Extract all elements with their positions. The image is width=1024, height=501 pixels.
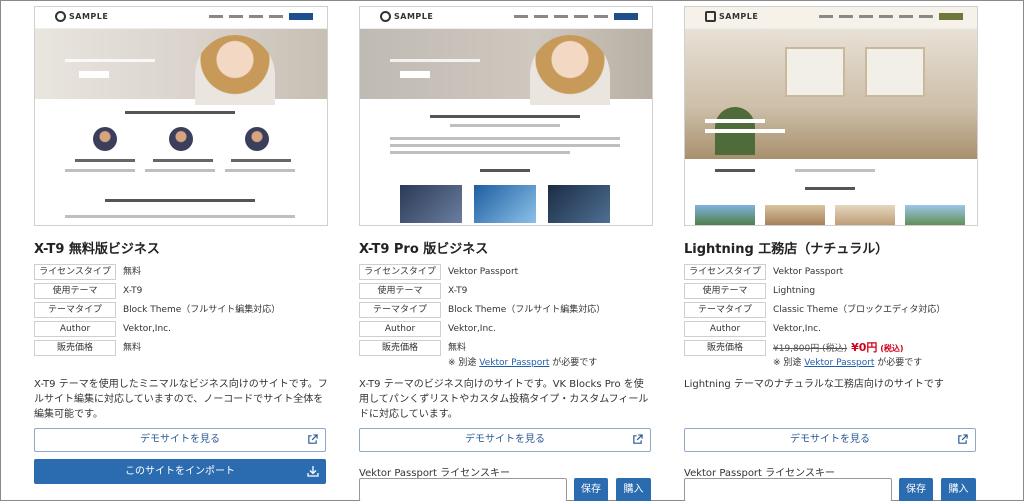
theme-type-value: Block Theme（フルサイト編集対応） — [448, 305, 606, 315]
license-type-value: Vektor Passport — [448, 267, 519, 277]
author-label: Author — [684, 321, 766, 337]
theme-label: 使用テーマ — [359, 283, 441, 299]
logo-icon — [705, 11, 716, 22]
template-card-xt9-pro: SAMPLE X-T9 Pro 版ビジネス ライセンスタイプ Vektor Pas… — [359, 6, 653, 501]
template-description: Lightning テーマのナチュラルな工務店向けのサイトです — [684, 379, 944, 390]
spec-table: ライセンスタイプ Vektor Passport 使用テーマ Lightning テ… — [684, 264, 978, 369]
template-description: X-T9 テーマのビジネス向けのサイトです。VK Blocks Pro を使用し… — [359, 379, 649, 420]
theme-value: X-T9 — [123, 286, 143, 296]
author-value: Vektor,Inc. — [448, 324, 496, 334]
hero-person-image — [195, 35, 275, 105]
theme-label: 使用テーマ — [684, 283, 766, 299]
template-title: X-T9 無料版ビジネス — [34, 242, 160, 257]
thumbnail-logo: SAMPLE — [394, 12, 434, 21]
thumbnail-logo: SAMPLE — [69, 12, 109, 21]
template-thumbnail[interactable]: SAMPLE — [684, 6, 978, 226]
template-title: X-T9 Pro 版ビジネス — [359, 242, 489, 257]
license-key-input[interactable] — [359, 478, 567, 501]
demo-site-button[interactable]: デモサイトを見る — [359, 428, 651, 452]
template-thumbnail[interactable]: SAMPLE — [34, 6, 328, 226]
passport-note: ※ 別途 Vektor Passport が必要です — [773, 358, 923, 368]
spec-table: ライセンスタイプ Vektor Passport 使用テーマ X-T9 テーマタイプ… — [359, 264, 653, 369]
demo-site-button[interactable]: デモサイトを見る — [684, 428, 976, 452]
external-link-icon — [958, 434, 968, 444]
theme-label: 使用テーマ — [34, 283, 116, 299]
license-key-label: Vektor Passport ライセンスキー — [684, 468, 835, 479]
demo-button-label: デモサイトを見る — [140, 434, 220, 445]
vektor-passport-link[interactable]: Vektor Passport — [479, 358, 549, 368]
author-value: Vektor,Inc. — [773, 324, 821, 334]
theme-type-label: テーマタイプ — [359, 302, 441, 318]
logo-icon — [380, 11, 391, 22]
license-type-value: Vektor Passport — [773, 267, 844, 277]
theme-value: Lightning — [773, 286, 816, 296]
license-key-input[interactable] — [684, 478, 892, 501]
author-label: Author — [34, 321, 116, 337]
passport-note: ※ 別途 Vektor Passport が必要です — [448, 358, 598, 368]
theme-type-label: テーマタイプ — [684, 302, 766, 318]
external-link-icon — [308, 434, 318, 444]
thumbnail-logo: SAMPLE — [719, 12, 759, 21]
template-card-xt9-free: SAMPLE X-T9 無料版ビジネス ライセンスタイプ 無料 使用テーマ X-T9… — [34, 6, 328, 484]
license-key-label: Vektor Passport ライセンスキー — [359, 468, 510, 479]
license-type-label: ライセンスタイプ — [34, 264, 116, 280]
demo-site-button[interactable]: デモサイトを見る — [34, 428, 326, 452]
license-type-label: ライセンスタイプ — [684, 264, 766, 280]
demo-button-label: デモサイトを見る — [465, 434, 545, 445]
spec-table: ライセンスタイプ 無料 使用テーマ X-T9 テーマタイプ Block Theme（フ… — [34, 264, 328, 359]
import-site-button[interactable]: このサイトをインポート — [34, 459, 326, 484]
buy-button[interactable]: 購入 — [616, 478, 651, 501]
template-title: Lightning 工務店（ナチュラル） — [684, 242, 889, 257]
template-card-lightning-koumuten: SAMPLE Lightning 工務店（ナチュラル） ライセンスタイプ Vekt… — [684, 6, 978, 501]
sale-price: ¥0円 (税込) — [851, 341, 904, 354]
theme-type-value: Classic Theme（ブロックエディタ対応） — [773, 305, 946, 315]
original-price: ¥19,800円 (税込) — [773, 344, 848, 354]
vektor-passport-link[interactable]: Vektor Passport — [804, 358, 874, 368]
theme-type-label: テーマタイプ — [34, 302, 116, 318]
price-label: 販売価格 — [34, 340, 116, 356]
save-button[interactable]: 保存 — [574, 478, 608, 501]
hero-person-image — [530, 35, 610, 105]
author-label: Author — [359, 321, 441, 337]
theme-type-value: Block Theme（フルサイト編集対応） — [123, 305, 281, 315]
template-description: X-T9 テーマを使用したミニマルなビジネス向けのサイトです。フルサイト編集に対… — [34, 379, 328, 420]
price-value: 無料 — [448, 343, 467, 353]
external-link-icon — [633, 434, 643, 444]
download-icon — [307, 466, 319, 477]
template-thumbnail[interactable]: SAMPLE — [359, 6, 653, 226]
import-button-label: このサイトをインポート — [125, 466, 235, 477]
price-value: ¥19,800円 (税込) ¥0円 (税込) — [773, 340, 904, 357]
license-type-value: 無料 — [123, 267, 142, 277]
price-value: 無料 — [123, 343, 142, 353]
license-type-label: ライセンスタイプ — [359, 264, 441, 280]
demo-button-label: デモサイトを見る — [790, 434, 870, 445]
save-button[interactable]: 保存 — [899, 478, 933, 501]
author-value: Vektor,Inc. — [123, 324, 171, 334]
price-label: 販売価格 — [359, 340, 441, 356]
theme-value: X-T9 — [448, 286, 468, 296]
buy-button[interactable]: 購入 — [941, 478, 976, 501]
price-label: 販売価格 — [684, 340, 766, 356]
logo-icon — [55, 11, 66, 22]
